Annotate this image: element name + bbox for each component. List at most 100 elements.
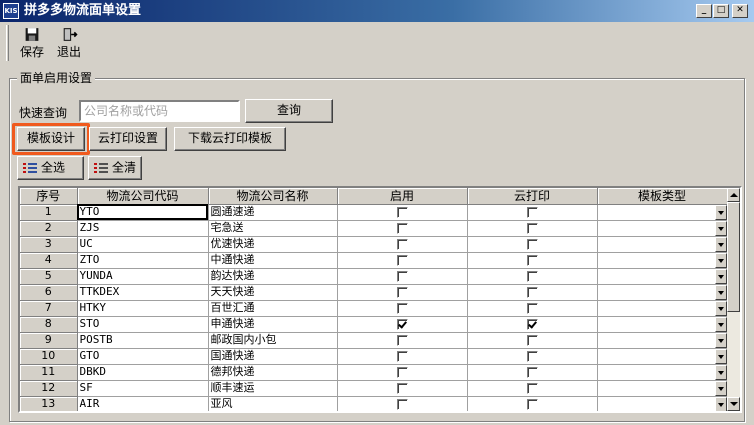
courier-code-cell[interactable]: ZJS bbox=[77, 220, 209, 237]
cloud-print-checkbox[interactable] bbox=[526, 334, 538, 346]
cloud-print-checkbox[interactable] bbox=[526, 238, 538, 250]
download-cloud-template-button[interactable]: 下载云打印模板 bbox=[174, 127, 286, 151]
courier-code-cell[interactable]: HTKY bbox=[77, 300, 209, 317]
courier-code-cell[interactable]: UC bbox=[77, 236, 209, 253]
template-type-cell[interactable] bbox=[597, 316, 728, 333]
enabled-checkbox[interactable] bbox=[396, 254, 408, 266]
dropdown-arrow-icon[interactable] bbox=[714, 236, 726, 251]
table-row[interactable]: 9 POSTB 邮政国内小包 bbox=[20, 332, 728, 349]
template-type-cell[interactable] bbox=[597, 380, 728, 397]
select-all-button[interactable]: 全选 bbox=[17, 156, 84, 180]
dropdown-arrow-icon[interactable] bbox=[714, 220, 726, 235]
courier-name-cell[interactable]: 顺丰速运 bbox=[208, 380, 338, 397]
col-header-index[interactable]: 序号 bbox=[20, 188, 78, 205]
template-type-cell[interactable] bbox=[597, 220, 728, 237]
template-type-cell[interactable] bbox=[597, 268, 728, 285]
title-bar[interactable]: KIS 拼多多物流面单设置 _ □ ✕ bbox=[0, 0, 754, 22]
courier-name-cell[interactable]: 中通快递 bbox=[208, 252, 338, 269]
cloud-print-checkbox[interactable] bbox=[526, 350, 538, 362]
cloud-print-settings-button[interactable]: 云打印设置 bbox=[89, 127, 167, 151]
col-header-template[interactable]: 模板类型 bbox=[597, 188, 728, 205]
enabled-checkbox[interactable] bbox=[396, 398, 408, 410]
template-type-cell[interactable] bbox=[597, 236, 728, 253]
toolbar-grip[interactable] bbox=[6, 25, 9, 61]
courier-code-cell[interactable]: SF bbox=[77, 380, 209, 397]
dropdown-arrow-icon[interactable] bbox=[714, 332, 726, 347]
enabled-checkbox[interactable] bbox=[396, 382, 408, 394]
table-row[interactable]: 13 AIR 亚风 bbox=[20, 396, 728, 411]
courier-name-cell[interactable]: 百世汇通 bbox=[208, 300, 338, 317]
courier-name-cell[interactable]: 天天快递 bbox=[208, 284, 338, 301]
table-row[interactable]: 4 ZTO 中通快递 bbox=[20, 252, 728, 269]
dropdown-arrow-icon[interactable] bbox=[714, 316, 726, 331]
table-row[interactable]: 1 YTO 圆通速递 bbox=[20, 204, 728, 221]
template-type-cell[interactable] bbox=[597, 284, 728, 301]
courier-code-cell[interactable]: AIR bbox=[77, 396, 209, 411]
courier-code-cell[interactable]: GTO bbox=[77, 348, 209, 365]
col-header-name[interactable]: 物流公司名称 bbox=[208, 188, 338, 205]
cloud-print-checkbox[interactable] bbox=[526, 318, 538, 330]
table-row[interactable]: 7 HTKY 百世汇通 bbox=[20, 300, 728, 317]
template-type-cell[interactable] bbox=[597, 252, 728, 269]
courier-name-cell[interactable]: 圆通速递 bbox=[208, 204, 338, 221]
courier-code-cell[interactable]: STO bbox=[77, 316, 209, 333]
template-type-cell[interactable] bbox=[597, 396, 728, 411]
table-row[interactable]: 5 YUNDA 韵达快递 bbox=[20, 268, 728, 285]
exit-button[interactable]: 退出 bbox=[54, 26, 84, 59]
cloud-print-checkbox[interactable] bbox=[526, 302, 538, 314]
template-type-cell[interactable] bbox=[597, 204, 728, 221]
enabled-checkbox[interactable] bbox=[396, 334, 408, 346]
minimize-button[interactable]: _ bbox=[696, 4, 712, 18]
col-header-code[interactable]: 物流公司代码 bbox=[77, 188, 209, 205]
enabled-checkbox[interactable] bbox=[396, 286, 408, 298]
dropdown-arrow-icon[interactable] bbox=[714, 396, 726, 411]
dropdown-arrow-icon[interactable] bbox=[714, 284, 726, 299]
query-button[interactable]: 查询 bbox=[245, 99, 333, 123]
cloud-print-checkbox[interactable] bbox=[526, 206, 538, 218]
courier-code-cell[interactable]: ZTO bbox=[77, 252, 209, 269]
template-type-cell[interactable] bbox=[597, 332, 728, 349]
cloud-print-checkbox[interactable] bbox=[526, 366, 538, 378]
maximize-button[interactable]: □ bbox=[713, 4, 729, 18]
dropdown-arrow-icon[interactable] bbox=[714, 300, 726, 315]
table-row[interactable]: 6 TTKDEX 天天快递 bbox=[20, 284, 728, 301]
dropdown-arrow-icon[interactable] bbox=[714, 252, 726, 267]
enabled-checkbox[interactable] bbox=[396, 238, 408, 250]
col-header-enabled[interactable]: 启用 bbox=[337, 188, 468, 205]
courier-name-cell[interactable]: 邮政国内小包 bbox=[208, 332, 338, 349]
cloud-print-checkbox[interactable] bbox=[526, 286, 538, 298]
table-row[interactable]: 8 STO 申通快递 bbox=[20, 316, 728, 333]
cloud-print-checkbox[interactable] bbox=[526, 254, 538, 266]
enabled-checkbox[interactable] bbox=[396, 206, 408, 218]
courier-name-cell[interactable]: 申通快递 bbox=[208, 316, 338, 333]
close-button[interactable]: ✕ bbox=[732, 4, 748, 18]
cloud-print-checkbox[interactable] bbox=[526, 222, 538, 234]
scroll-down-button[interactable] bbox=[727, 397, 740, 411]
scroll-thumb[interactable] bbox=[727, 202, 740, 312]
cloud-print-checkbox[interactable] bbox=[526, 382, 538, 394]
courier-name-cell[interactable]: 宅急送 bbox=[208, 220, 338, 237]
cloud-print-checkbox[interactable] bbox=[526, 270, 538, 282]
courier-code-cell[interactable]: TTKDEX bbox=[77, 284, 209, 301]
courier-code-cell[interactable]: DBKD bbox=[77, 364, 209, 381]
dropdown-arrow-icon[interactable] bbox=[714, 364, 726, 379]
template-type-cell[interactable] bbox=[597, 300, 728, 317]
table-row[interactable]: 3 UC 优速快递 bbox=[20, 236, 728, 253]
enabled-checkbox[interactable] bbox=[396, 366, 408, 378]
courier-code-cell[interactable]: POSTB bbox=[77, 332, 209, 349]
cloud-print-checkbox[interactable] bbox=[526, 398, 538, 410]
enabled-checkbox[interactable] bbox=[396, 350, 408, 362]
courier-code-cell[interactable]: YUNDA bbox=[77, 268, 209, 285]
courier-name-cell[interactable]: 优速快递 bbox=[208, 236, 338, 253]
template-type-cell[interactable] bbox=[597, 348, 728, 365]
table-row[interactable]: 11 DBKD 德邦快递 bbox=[20, 364, 728, 381]
courier-name-cell[interactable]: 德邦快递 bbox=[208, 364, 338, 381]
enabled-checkbox[interactable] bbox=[396, 270, 408, 282]
dropdown-arrow-icon[interactable] bbox=[714, 348, 726, 363]
col-header-cloud[interactable]: 云打印 bbox=[467, 188, 598, 205]
courier-name-cell[interactable]: 亚风 bbox=[208, 396, 338, 411]
save-button[interactable]: 保存 bbox=[18, 26, 46, 59]
courier-name-cell[interactable]: 国通快递 bbox=[208, 348, 338, 365]
vertical-scrollbar[interactable] bbox=[727, 188, 740, 411]
dropdown-arrow-icon[interactable] bbox=[714, 268, 726, 283]
